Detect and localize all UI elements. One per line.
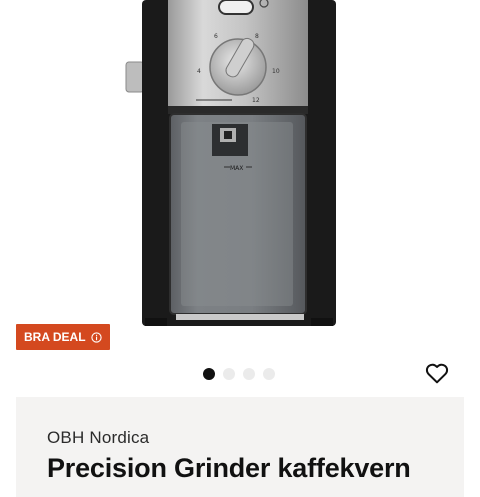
carousel-pagination — [203, 368, 275, 380]
deal-badge[interactable]: BRA DEAL — [16, 324, 110, 350]
product-info-panel: OBH Nordica Precision Grinder kaffekvern — [16, 397, 464, 497]
product-title: Precision Grinder kaffekvern — [47, 453, 411, 483]
heart-outline-icon — [425, 363, 449, 384]
product-brand[interactable]: OBH Nordica — [47, 428, 149, 448]
max-label: MAX — [230, 165, 243, 172]
dial-label-8: 8 — [255, 33, 259, 40]
deal-badge-label: BRA DEAL — [24, 330, 86, 344]
product-image: 6 8 4 10 12 MAX — [125, 0, 336, 326]
favorite-button[interactable] — [424, 361, 450, 385]
carousel-dot-4[interactable] — [263, 368, 275, 380]
info-icon — [90, 331, 102, 343]
dial-label-4: 4 — [197, 68, 201, 75]
dial-label-12: 12 — [252, 97, 260, 104]
carousel-dot-1[interactable] — [203, 368, 215, 380]
carousel-dot-3[interactable] — [243, 368, 255, 380]
carousel-dot-2[interactable] — [223, 368, 235, 380]
dial-label-6: 6 — [214, 33, 218, 40]
dial-label-10: 10 — [272, 68, 280, 75]
